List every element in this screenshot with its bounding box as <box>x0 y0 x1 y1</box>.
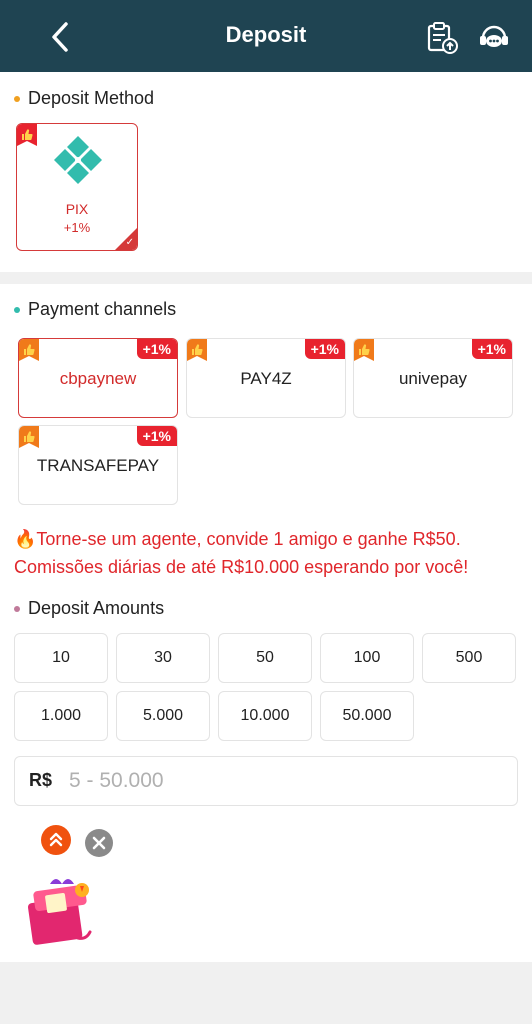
payment-channels-heading: Payment channels <box>14 299 176 320</box>
amount-field: R$ <box>14 756 518 806</box>
thumbs-up-badge-icon <box>17 124 37 146</box>
top-bar: Deposit <box>0 0 532 72</box>
bullet-dot <box>14 95 20 102</box>
deposit-amounts-heading: Deposit Amounts <box>14 598 164 619</box>
channel-pay4z[interactable]: +1% PAY4Z <box>186 338 346 418</box>
method-name: PIX <box>65 201 89 217</box>
thumbs-up-badge-icon <box>19 426 39 448</box>
channel-name: TRANSAFEPAY <box>36 456 160 475</box>
deposit-method-heading: Deposit Method <box>14 88 154 109</box>
gift-box-icon[interactable] <box>20 870 100 950</box>
bonus-tag: +1% <box>471 339 512 359</box>
channel-name: PAY4Z <box>240 369 292 388</box>
bonus-tag: +1% <box>136 339 177 359</box>
channel-transafepay[interactable]: +1% TRANSAFEPAY <box>18 425 178 505</box>
pix-logo-icon <box>52 134 104 186</box>
amount-button[interactable]: 10.000 <box>218 691 312 741</box>
thumbs-up-badge-icon <box>187 339 207 361</box>
channel-name: univepay <box>398 369 468 388</box>
close-icon[interactable] <box>85 829 113 857</box>
channel-cbpaynew[interactable]: +1% cbpaynew <box>18 338 178 418</box>
promo-line-1: 🔥Torne-se um agente, convide 1 amigo e g… <box>14 529 461 549</box>
customer-service-icon[interactable] <box>476 20 512 56</box>
channel-univepay[interactable]: +1% univepay <box>353 338 513 418</box>
thumbs-up-badge-icon <box>19 339 39 361</box>
bonus-tag: +1% <box>136 426 177 446</box>
amount-button[interactable]: 50 <box>218 633 312 683</box>
agent-promo-text: 🔥Torne-se um agente, convide 1 amigo e g… <box>14 525 524 581</box>
bullet-dot <box>14 306 20 313</box>
amount-button[interactable]: 1.000 <box>14 691 108 741</box>
amount-button[interactable]: 100 <box>320 633 414 683</box>
expand-up-icon[interactable] <box>41 825 71 855</box>
fire-icon: 🔥 <box>14 529 37 549</box>
thumbs-up-badge-icon <box>354 339 374 361</box>
amount-button[interactable]: 10 <box>14 633 108 683</box>
promo-line-2: Comissões diárias de até R$10.000 espera… <box>14 557 469 577</box>
amount-button[interactable]: 500 <box>422 633 516 683</box>
amount-button[interactable]: 5.000 <box>116 691 210 741</box>
channel-name: cbpaynew <box>59 369 137 388</box>
bullet-dot <box>14 605 20 612</box>
currency-label: R$ <box>29 770 53 790</box>
check-icon: ✓ <box>125 237 134 248</box>
amount-button[interactable]: 30 <box>116 633 210 683</box>
amount-button[interactable]: 50.000 <box>320 691 414 741</box>
amount-input[interactable] <box>69 765 499 797</box>
bonus-tag: +1% <box>304 339 345 359</box>
deposit-records-icon[interactable] <box>424 20 460 56</box>
method-card-pix[interactable]: PIX +1% ✓ <box>16 123 138 251</box>
